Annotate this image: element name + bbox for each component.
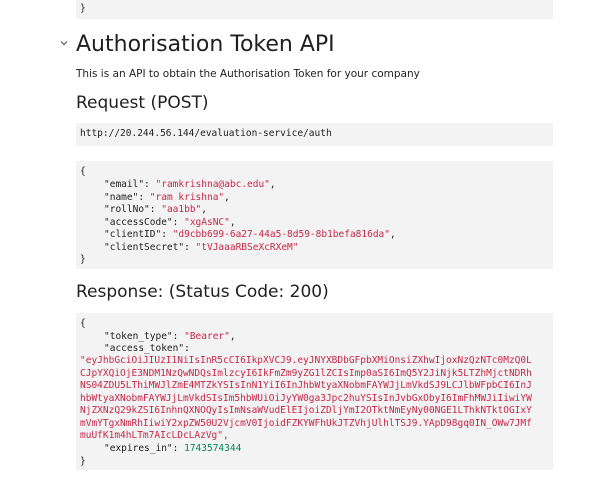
access-token-line: mVmYTgxNmRhIiwiY2xpZW50U2VjcmV0IjoidFZKY… [80,417,532,429]
close-brace: } [80,254,86,265]
token-type-key: "token_type" [104,331,173,342]
field-separator: , [229,216,236,228]
field-key: "clientID" [104,229,162,240]
expires-in-value: 1743574344 [184,443,242,454]
request-field-line: "clientSecret": "tVJaaaRBSeXcRXeM" [104,241,299,253]
request-field-line: "accessCode": "xgAsNC", [104,216,236,228]
request-body-block: { "email": "ramkrishna@abc.edu", "name": … [76,161,553,269]
access-token-line: muUfK1m4hLTm7AIcLDcLAzVg", [80,430,229,441]
chevron-down-icon[interactable] [58,37,70,49]
request-url: http://20.244.56.144/evaluation-service/… [80,128,332,139]
request-field-line: "email": "ramkrishna@abc.edu", [104,179,276,190]
request-field-line: "clientID": "d9cbb699-6a27-44a5-8d59-8b1… [104,229,396,240]
closing-brace: } [80,3,86,14]
section-description: This is an API to obtain the Authorisati… [76,68,420,80]
field-separator: , [390,229,396,240]
field-key: "clientSecret" [104,241,185,253]
field-value: "aa1bb" [161,204,202,215]
field-value: "d9cbb699-6a27-44a5-8d59-8b1befa816da" [172,229,390,240]
previous-code-block: } [76,0,553,19]
request-field-line: "name": "ram krishna", [104,191,230,203]
access-token-line: hbWtyaXNobmFAYWJjLmVkdSIsIm5hbWUiOiJyYW0… [80,392,532,404]
section-title: Authorisation Token API [76,32,335,57]
expires-in-key: "expires_in" [104,443,173,454]
request-field-line: "rollNo": "aa1bb", [104,204,207,215]
field-separator: , [269,179,276,190]
field-key: "email" [104,179,145,190]
field-separator: , [201,204,207,215]
response-heading: Response: (Status Code: 200) [76,282,329,302]
field-key: "accessCode" [104,216,173,228]
access-token-line: NS04ZDU5LThiMWJlZmE4MTZkYSIsInN1YiI6InJh… [80,380,532,391]
field-separator: , [224,191,230,203]
expires-in-line: "expires_in": 1743574344 [104,443,242,454]
open-brace: { [80,166,86,177]
field-value: "tVJaaaRBSeXcRXeM" [195,241,299,253]
access-token-line: CJpYXQiOjE3NDM1NzQwNDQsImlzcyI6IkFmZm9yZ… [80,367,532,379]
field-key: "rollNo" [104,204,150,215]
response-body-block: { "token_type": "Bearer", "access_token"… [76,313,553,470]
field-value: "xgAsNC" [184,216,230,228]
access-token-key-line: "access_token": [104,343,190,354]
field-value: "ramkrishna@abc.edu" [155,179,270,190]
open-brace: { [80,318,86,329]
token-type-line: "token_type": "Bearer", [104,331,236,342]
token-type-value: "Bearer" [184,331,230,342]
request-url-block: http://20.244.56.144/evaluation-service/… [76,123,553,146]
access-token-key: "access_token" [104,343,185,354]
access-token-line: "eyJhbGciOiJIUzI1NiIsInR5cCI6IkpXVCJ9.ey… [80,355,532,366]
request-heading: Request (POST) [76,93,209,113]
field-value: "ram krishna" [149,191,225,203]
close-brace: } [80,456,86,467]
field-key: "name" [104,191,139,203]
access-token-line: NjZXNzQ29kZSI6InhnQXNOQyIsImNsaWVudElEIj… [80,405,532,416]
